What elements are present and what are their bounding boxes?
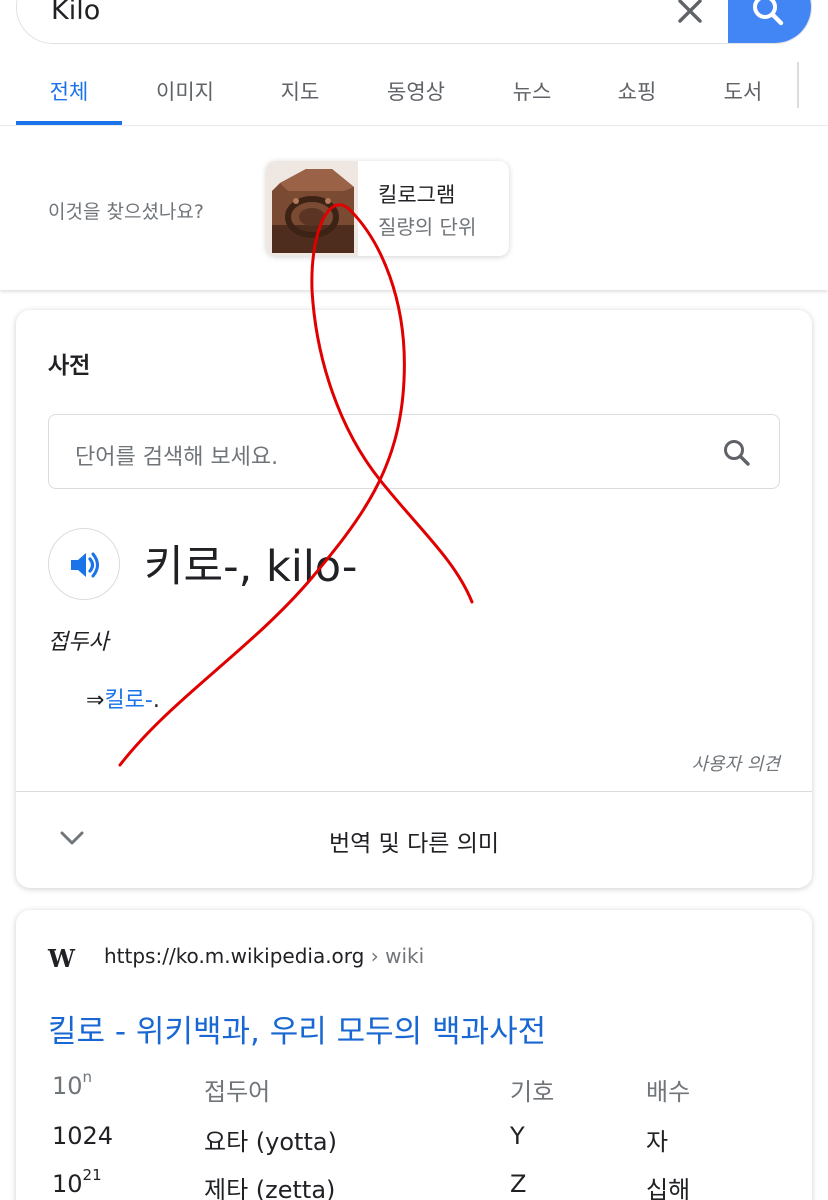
- definition-arrow: ⇒: [86, 688, 105, 713]
- search-button[interactable]: [728, 0, 811, 43]
- cell-power-exp: 21: [82, 1166, 102, 1184]
- header-power: 10n: [52, 1068, 92, 1100]
- result-breadcrumb: › wiki: [364, 944, 425, 968]
- tab-all[interactable]: 전체: [50, 76, 89, 106]
- result-url[interactable]: https://ko.m.wikipedia.org › wiki: [104, 944, 424, 968]
- translations-expander[interactable]: 번역 및 다른 의미: [16, 792, 812, 888]
- pronunciation-button[interactable]: [48, 528, 120, 600]
- header-prefix: 접두어: [204, 1078, 271, 1106]
- header-multiple: 배수: [646, 1078, 691, 1106]
- result-title-link[interactable]: 킬로 - 위키백과, 우리 모두의 백과사전: [48, 1006, 546, 1051]
- cell-power: 1021: [52, 1166, 102, 1198]
- cell-power-base: 10: [52, 1170, 83, 1198]
- tab-maps[interactable]: 지도: [281, 76, 320, 106]
- translations-label: 번역 및 다른 의미: [328, 831, 500, 857]
- dictionary-heading: 사전: [48, 353, 91, 379]
- header-power-base: 10: [52, 1072, 83, 1100]
- cell-prefix: 제타 (zetta): [204, 1176, 336, 1200]
- cell-power-base: 1024: [52, 1122, 114, 1150]
- search-bar[interactable]: Kilo: [16, 0, 812, 44]
- suggestion-title: 킬로그램: [378, 183, 456, 207]
- header-power-exp: n: [82, 1068, 93, 1086]
- definition: ⇒킬로-.: [86, 682, 160, 714]
- dictionary-word: 키로-, kilo-: [144, 542, 358, 592]
- header-symbol: 기호: [510, 1078, 555, 1106]
- part-of-speech: 접두사: [48, 630, 109, 655]
- feedback-link[interactable]: 사용자 의견: [691, 750, 780, 776]
- result-domain: https://ko.m.wikipedia.org: [104, 944, 365, 968]
- cell-multiple: 자: [646, 1128, 669, 1156]
- tab-books[interactable]: 도서: [724, 76, 763, 106]
- did-you-mean-label: 이것을 찾으셨나요?: [48, 201, 204, 223]
- table-row: 1024 요타 (yotta) Y 자: [52, 1122, 792, 1168]
- search-icon[interactable]: [721, 437, 753, 469]
- cell-symbol: Y: [510, 1122, 525, 1150]
- tab-news[interactable]: 뉴스: [513, 76, 552, 106]
- kilogram-weight-thumbnail: [266, 161, 358, 256]
- suggestion-subtitle: 질량의 단위: [378, 215, 477, 239]
- cell-multiple: 십해: [646, 1176, 691, 1200]
- suggestion-card-kilogram[interactable]: 킬로그램 질량의 단위: [266, 161, 509, 256]
- table-header-row: 10n 접두어 기호 배수: [52, 1068, 792, 1118]
- clear-icon[interactable]: [672, 0, 708, 29]
- tabs-divider: [797, 62, 799, 108]
- dictionary-card: 사전 단어를 검색해 보세요. 키로-, kilo- 접두사 ⇒킬로-. 사용자…: [16, 310, 812, 888]
- tab-videos[interactable]: 동영상: [387, 76, 445, 106]
- cell-prefix: 요타 (yotta): [204, 1128, 337, 1156]
- did-you-mean-section: 이것을 찾으셨나요? 킬로그램 질량의 단위: [0, 127, 828, 290]
- tab-images[interactable]: 이미지: [156, 76, 214, 106]
- search-icon: [753, 0, 784, 26]
- speaker-icon: [71, 552, 99, 578]
- active-tab-indicator: [16, 121, 122, 125]
- definition-link[interactable]: 킬로-: [104, 688, 152, 713]
- cell-symbol: Z: [510, 1170, 527, 1198]
- definition-suffix: .: [152, 688, 160, 713]
- dictionary-search-placeholder: 단어를 검색해 보세요.: [75, 445, 279, 470]
- table-row: 1021 제타 (zetta) Z 십해: [52, 1166, 792, 1200]
- wikipedia-result-card: W https://ko.m.wikipedia.org › wiki 킬로 -…: [16, 910, 812, 1200]
- search-input[interactable]: Kilo: [51, 0, 100, 26]
- dictionary-search-input[interactable]: 단어를 검색해 보세요.: [48, 414, 780, 489]
- search-tabs: 전체 이미지 지도 동영상 뉴스 쇼핑 도서: [0, 60, 828, 126]
- cell-power: 1024: [52, 1122, 113, 1150]
- wikipedia-logo-icon: W: [48, 944, 75, 973]
- tab-shopping[interactable]: 쇼핑: [618, 76, 657, 106]
